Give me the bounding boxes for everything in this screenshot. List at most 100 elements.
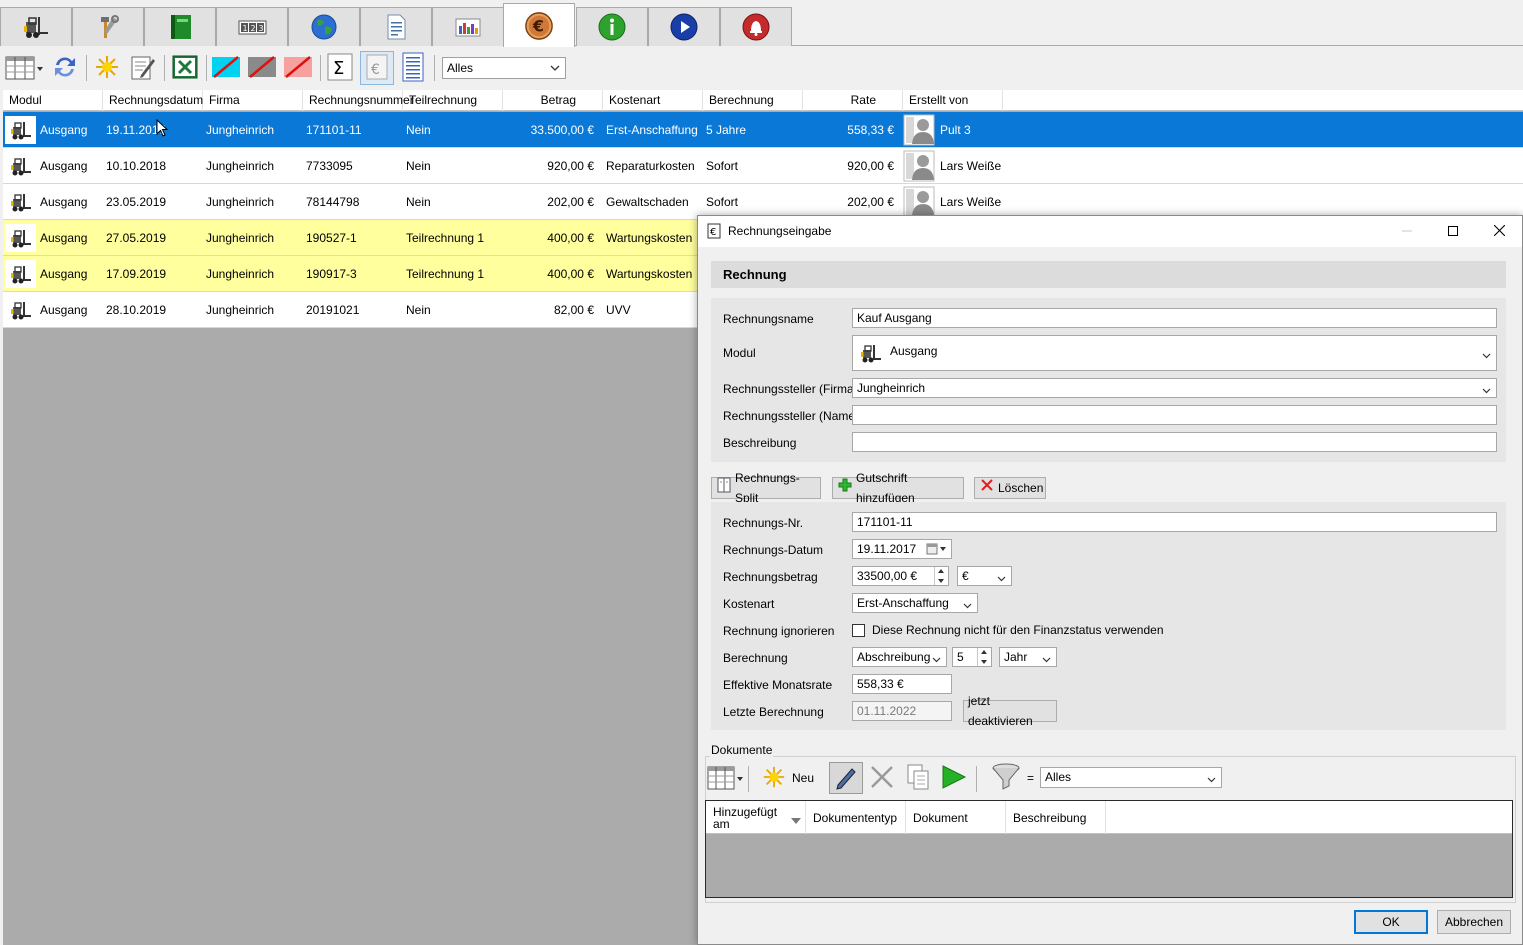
kostenart-dropdown[interactable]: Erst-Anschaffung xyxy=(852,593,978,613)
sum-button[interactable]: Σ xyxy=(325,53,355,83)
column-header-dokumententyp[interactable]: Dokumententyp xyxy=(806,801,906,834)
rechnungs-datum-picker[interactable]: 19.11.2017 xyxy=(852,539,952,559)
svg-text:€: € xyxy=(532,16,544,35)
invoice-dialog: € Rechnungseingabe Rechnung Rechnungsnam… xyxy=(697,215,1523,945)
table-row[interactable]: Ausgang 10.10.2018 Jungheinrich 7733095 Nein… xyxy=(3,148,1523,184)
docs-open-button[interactable] xyxy=(937,762,969,794)
firma-dropdown[interactable]: Jungheinrich xyxy=(852,378,1497,398)
ignorieren-checkbox-label[interactable]: Diese Rechnung nicht für den Finanzstatu… xyxy=(872,623,1164,637)
chevron-down-icon xyxy=(1482,384,1491,394)
column-header-rechnungsdatum[interactable]: Rechnungsdatum xyxy=(103,90,203,111)
column-header-hinzugefuegt[interactable]: Hinzugefügt am xyxy=(706,801,806,834)
docs-copy-button[interactable] xyxy=(902,762,934,794)
monatsrate-input[interactable]: 558,33 € xyxy=(852,674,952,694)
chart-tab[interactable] xyxy=(432,7,504,46)
rechnungs-nr-input[interactable]: 171101-11 xyxy=(852,512,1497,532)
play-tab[interactable] xyxy=(648,7,720,46)
cell-datum: 28.10.2019 xyxy=(106,303,167,317)
cell-modul: Ausgang xyxy=(40,267,88,281)
berechnung-anzahl-input[interactable]: 5 xyxy=(952,647,992,667)
abbrechen-button[interactable]: Abbrechen xyxy=(1437,910,1511,934)
column-header-rate[interactable]: Rate xyxy=(803,90,903,111)
docs-filter-dropdown[interactable]: Alles xyxy=(1040,767,1222,788)
invoice-tab[interactable]: € xyxy=(503,3,575,47)
new-button[interactable] xyxy=(92,53,122,83)
cell-nummer: 190917-3 xyxy=(306,267,357,281)
bar-chart-icon xyxy=(453,12,483,42)
table-row[interactable]: Ausgang 19.11.2017 Jungheinrich 171101-11 Ne… xyxy=(3,112,1523,148)
column-header-teilrechnung[interactable]: Teilrechnung xyxy=(403,90,503,111)
info-tab[interactable] xyxy=(576,7,648,46)
docs-new-button[interactable]: Neu xyxy=(762,764,814,792)
details-button[interactable] xyxy=(398,52,428,83)
column-header-firma[interactable]: Firma xyxy=(203,90,303,111)
edit-button[interactable] xyxy=(128,53,158,83)
spinner-icon[interactable] xyxy=(977,648,991,666)
rechnungsbetrag-input[interactable]: 33500,00 € xyxy=(852,566,949,586)
docs-filter-button[interactable] xyxy=(990,762,1022,794)
document-tab[interactable] xyxy=(360,7,432,46)
euro-document-icon: € xyxy=(365,53,389,84)
cell-modul: Ausgang xyxy=(40,123,88,137)
berechnung-einheit-dropdown[interactable]: Jahr xyxy=(999,647,1057,667)
filter-red-button[interactable] xyxy=(283,53,313,83)
euro-icon: € xyxy=(524,11,554,41)
filter-dropdown-value: Alles xyxy=(447,61,474,75)
modul-dropdown[interactable]: Ausgang xyxy=(852,335,1497,371)
ignorieren-checkbox[interactable] xyxy=(852,624,865,637)
waehrung-value: € xyxy=(962,569,969,583)
rechnungs-split-button[interactable]: Rechnungs-Split xyxy=(711,471,821,505)
column-header-betrag[interactable]: Betrag xyxy=(503,90,603,111)
close-button[interactable] xyxy=(1476,216,1522,247)
filter-gray-button[interactable] xyxy=(247,53,277,83)
alarm-tab[interactable] xyxy=(720,7,792,46)
sort-down-icon xyxy=(791,814,801,826)
column-header-beschreibung[interactable]: Beschreibung xyxy=(1006,801,1106,834)
spinner-icon[interactable] xyxy=(934,567,948,585)
kostenart-value: Erst-Anschaffung xyxy=(857,596,949,610)
column-header-berechnung[interactable]: Berechnung xyxy=(703,90,803,111)
loeschen-button[interactable]: Löschen xyxy=(974,477,1046,499)
column-header-rechnungsnummer[interactable]: Rechnungsnummer xyxy=(303,90,414,111)
chevron-down-icon xyxy=(1207,773,1216,783)
jetzt-deaktivieren-button[interactable]: jetzt deaktivieren xyxy=(963,694,1057,728)
euro-doc-icon: € xyxy=(707,223,721,242)
rechnungsname-input[interactable]: Kauf Ausgang xyxy=(852,308,1497,328)
copy-icon xyxy=(905,763,931,794)
column-header-kostenart[interactable]: Kostenart xyxy=(603,90,703,111)
berechnung-art-dropdown[interactable]: Abschreibung xyxy=(852,647,947,667)
minimize-button[interactable] xyxy=(1384,216,1430,247)
euro-filter-button[interactable]: € xyxy=(360,51,394,85)
docs-delete-button[interactable] xyxy=(866,762,898,794)
column-chooser-button[interactable] xyxy=(4,53,44,83)
minimize-icon xyxy=(1402,225,1412,239)
excel-export-button[interactable] xyxy=(170,53,200,83)
refresh-button[interactable] xyxy=(50,53,80,83)
cell-kostenart: Erst-Anschaffung xyxy=(606,123,698,137)
cell-kostenart: Reparaturkosten xyxy=(606,159,695,173)
column-header-erstellt-von[interactable]: Erstellt von xyxy=(903,90,1003,111)
beschreibung-input[interactable] xyxy=(852,432,1497,452)
filter-cyan-button[interactable] xyxy=(211,53,241,83)
cell-betrag: 920,00 € xyxy=(547,159,594,173)
column-header-modul[interactable]: Modul xyxy=(3,90,103,111)
rechnungssteller-name-input[interactable] xyxy=(852,405,1497,425)
filter-dropdown[interactable]: Alles xyxy=(442,57,566,79)
docs-edit-button[interactable] xyxy=(829,762,863,794)
book-tab[interactable] xyxy=(144,7,216,46)
docs-column-chooser-button[interactable] xyxy=(707,762,743,794)
counter-tab[interactable]: 123 xyxy=(216,7,288,46)
waehrung-dropdown[interactable]: € xyxy=(957,566,1012,586)
main-toolbar: Σ € Alles xyxy=(0,47,1523,89)
column-header-dokument[interactable]: Dokument xyxy=(906,801,1006,834)
globe-tab[interactable] xyxy=(288,7,360,46)
forklift-tab[interactable] xyxy=(0,7,72,46)
gutschrift-hinzufuegen-button[interactable]: Gutschrift hinzufügen xyxy=(832,471,964,505)
ok-button[interactable]: OK xyxy=(1354,910,1428,934)
tools-tab[interactable] xyxy=(72,7,144,46)
maximize-button[interactable] xyxy=(1430,216,1476,247)
user-avatar-icon xyxy=(903,114,935,146)
dialog-titlebar: € Rechnungseingabe xyxy=(698,216,1522,247)
cell-betrag: 33.500,00 € xyxy=(530,123,594,137)
funnel-icon xyxy=(990,762,1022,795)
